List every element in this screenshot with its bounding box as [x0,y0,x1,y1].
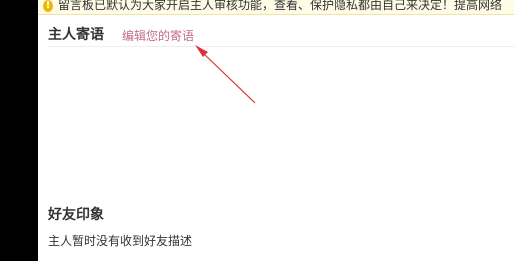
left-black-strip [0,0,38,261]
host-message-title: 主人寄语 [48,27,104,43]
friend-impression-title: 好友印象 [48,207,104,223]
notice-bar: ! 留言板已默认为大家开启主人审核功能，查看、保护隐私都由自己来决定！提高网络 [38,0,514,15]
section-divider [48,46,514,47]
edit-message-link[interactable]: 编辑您的寄语 [122,29,194,43]
notice-text: 留言板已默认为大家开启主人审核功能，查看、保护隐私都由自己来决定！提高网络 [58,0,503,12]
friend-impression-empty-text: 主人暂时没有收到好友描述 [48,234,193,248]
page-content: ! 留言板已默认为大家开启主人审核功能，查看、保护隐私都由自己来决定！提高网络 … [38,0,514,261]
warning-icon: ! [43,0,53,12]
